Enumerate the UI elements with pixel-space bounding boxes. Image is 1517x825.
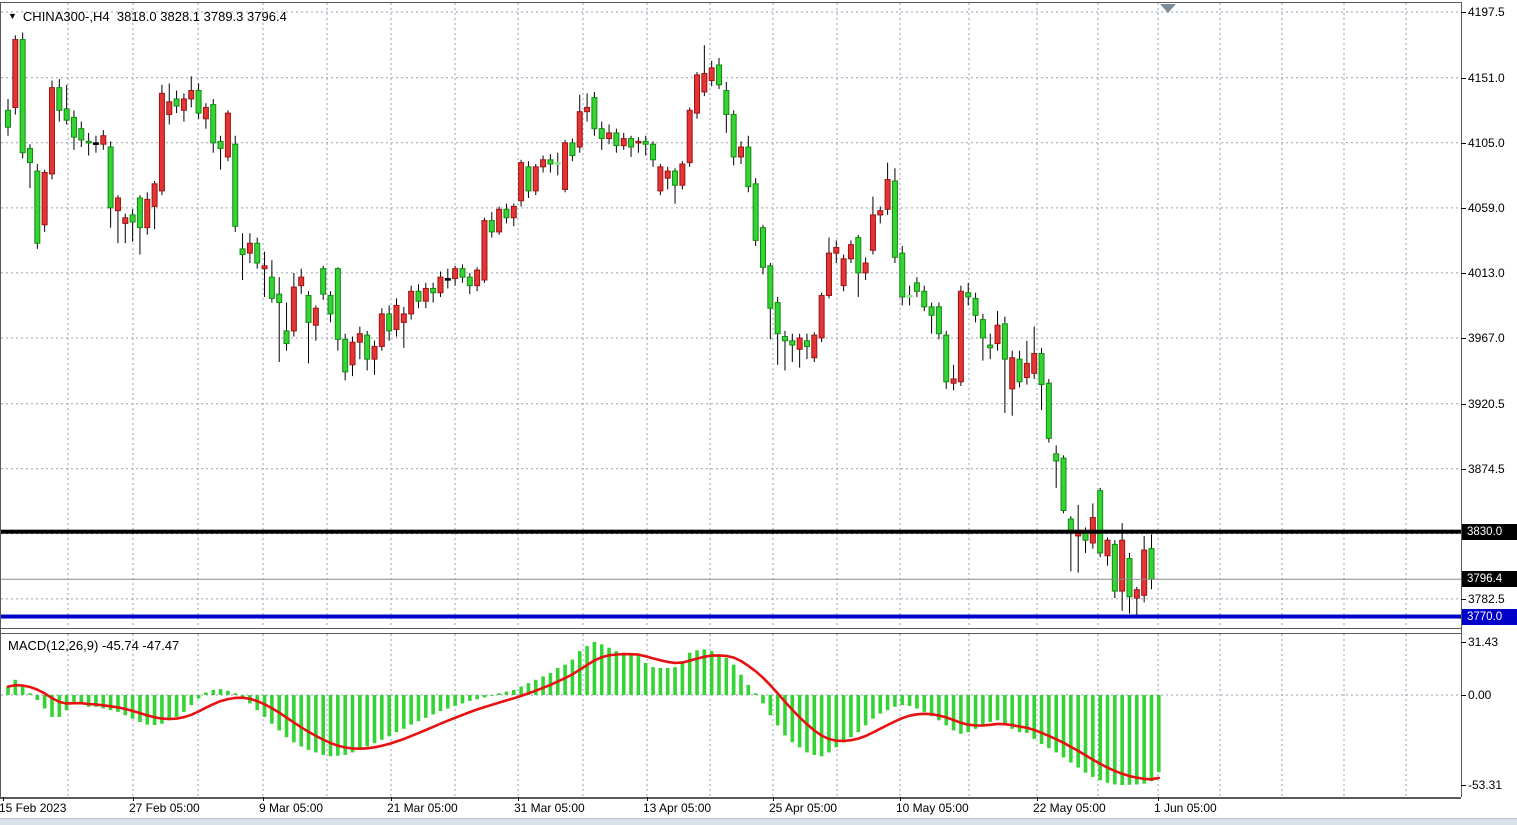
symbol-info-line: ▼ CHINA300-,H4 3818.0 3828.1 3789.3 3796.… [8, 9, 287, 24]
macd-values: -45.74 -47.47 [102, 638, 179, 653]
time-axis-label: 22 May 05:00 [1033, 801, 1106, 815]
bar-high-value: 3828.1 [160, 9, 200, 24]
macd-axis-label: -53.31 [1468, 778, 1502, 792]
time-axis-label: 10 May 05:00 [896, 801, 969, 815]
time-axis-label: 25 Apr 05:00 [769, 801, 837, 815]
macd-indicator-label: MACD(12,26,9) -45.74 -47.47 [8, 638, 179, 653]
chart-left-border [0, 2, 1, 797]
macd-panel-top-border [0, 633, 1461, 634]
price-axis-tick [1461, 78, 1466, 79]
bar-open-value: 3818.0 [117, 9, 157, 24]
time-axis-label: 27 Feb 05:00 [129, 801, 200, 815]
price-axis-label: 4059.0 [1468, 201, 1505, 215]
symbol-timeframe-label: CHINA300-,H4 [23, 9, 110, 24]
price-axis-label: 4197.5 [1468, 5, 1505, 19]
price-panel-bottom-border [0, 628, 1461, 629]
time-axis-label: 9 Mar 05:00 [259, 801, 323, 815]
price-axis-label: 4013.0 [1468, 266, 1505, 280]
autoscroll-marker-icon [1160, 4, 1176, 13]
time-axis-label: 13 Apr 05:00 [643, 801, 711, 815]
time-axis-label: 15 Feb 2023 [0, 801, 66, 815]
price-axis-label: 3874.5 [1468, 462, 1505, 476]
price-badge: 3770.0 [1462, 609, 1517, 625]
price-axis-tick [1461, 338, 1466, 339]
time-axis-label: 1 Jun 05:00 [1154, 801, 1217, 815]
macd-axis-tick [1461, 695, 1466, 696]
price-axis-tick [1461, 469, 1466, 470]
macd-name: MACD(12,26,9) [8, 638, 98, 653]
macd-axis-label: 0.00 [1468, 688, 1491, 702]
bar-close-value: 3796.4 [247, 9, 287, 24]
macd-panel-bottom-border [0, 797, 1461, 799]
price-badge: 3830.0 [1462, 524, 1517, 540]
bar-low-value: 3789.3 [204, 9, 244, 24]
axis-left-border [1461, 2, 1462, 797]
price-axis-tick [1461, 599, 1466, 600]
price-axis-tick [1461, 273, 1466, 274]
price-axis-label: 3782.5 [1468, 592, 1505, 606]
trading-chart-window: ▼ CHINA300-,H4 3818.0 3828.1 3789.3 3796.… [0, 0, 1517, 825]
price-axis-label: 3920.5 [1468, 397, 1505, 411]
price-axis-tick [1461, 12, 1466, 13]
price-axis-label: 3967.0 [1468, 331, 1505, 345]
triangle-down-icon[interactable]: ▼ [8, 11, 17, 21]
macd-axis-label: 31.43 [1468, 635, 1498, 649]
time-axis-label: 21 Mar 05:00 [387, 801, 458, 815]
macd-axis-tick [1461, 785, 1466, 786]
price-axis-tick [1461, 404, 1466, 405]
price-axis-tick [1461, 208, 1466, 209]
price-axis-label: 4151.0 [1468, 71, 1505, 85]
price-axis-tick [1461, 143, 1466, 144]
time-axis-label: 31 Mar 05:00 [514, 801, 585, 815]
price-macd-chart[interactable] [0, 0, 1517, 825]
price-badge: 3796.4 [1462, 571, 1517, 587]
price-axis-label: 4105.0 [1468, 136, 1505, 150]
macd-axis-tick [1461, 642, 1466, 643]
price-panel-top-border [0, 2, 1461, 3]
bottom-window-strip [0, 818, 1517, 825]
